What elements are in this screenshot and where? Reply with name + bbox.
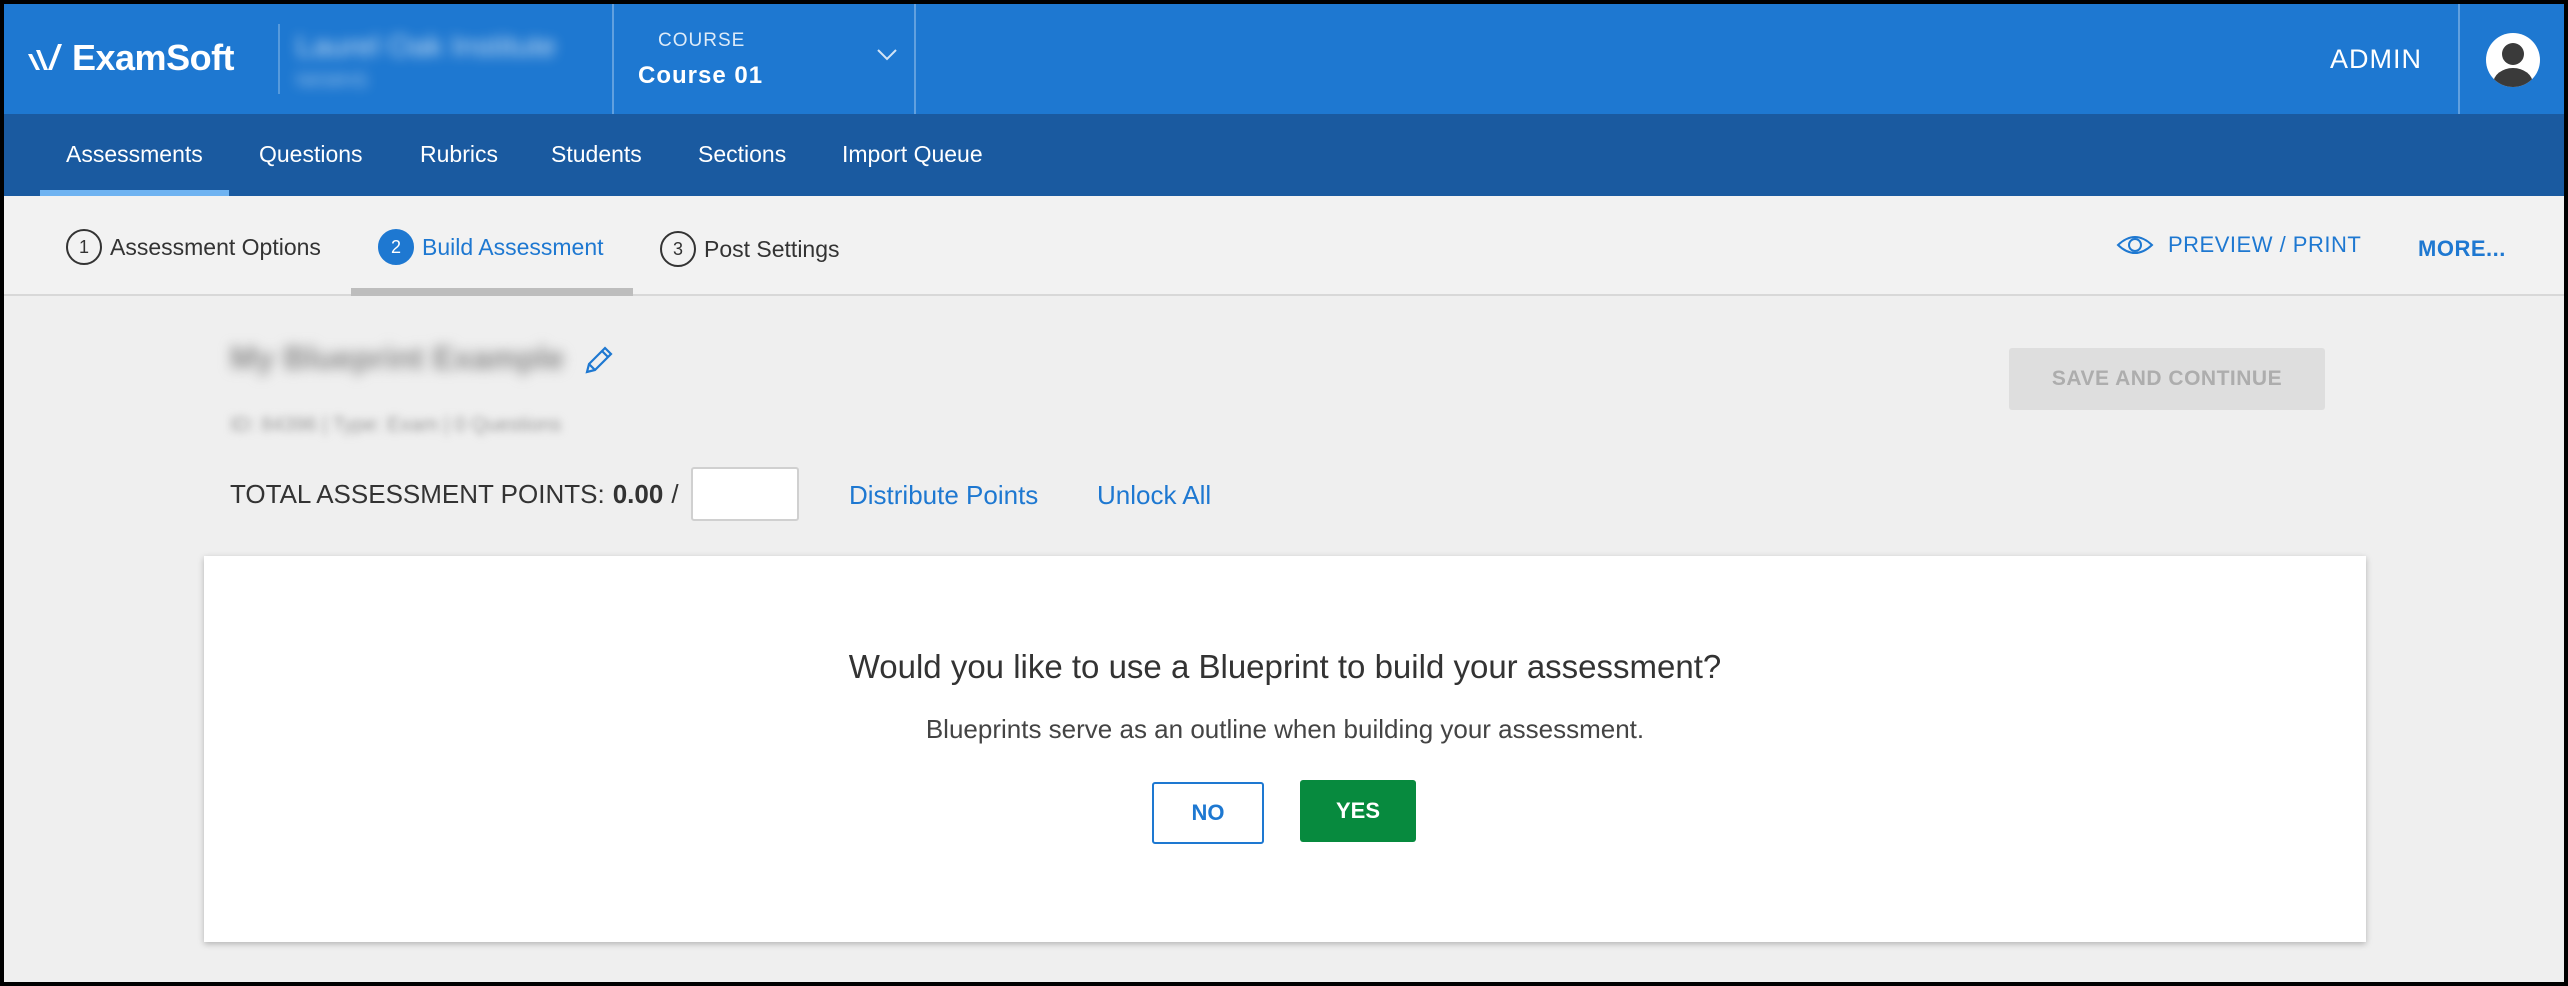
course-selector[interactable]: COURSE Course 01 [612,4,916,114]
preview-print-label: PREVIEW / PRINT [2168,232,2362,257]
no-button[interactable]: NO [1152,782,1264,844]
total-points-input[interactable] [690,467,799,521]
step-number: 1 [66,229,102,265]
step-label: Assessment Options [110,233,321,260]
step-number: 2 [378,229,414,265]
app-window: ExamSoft Laurel Oak Institute NKMHS COUR… [4,4,2564,982]
course-name: Course 01 [638,62,764,89]
step-number: 3 [660,231,696,267]
assessment-subtitle: ID: 84396 | Type: Exam | 0 Questions [230,414,562,436]
header-divider [2458,4,2460,114]
unlock-all-link[interactable]: Unlock All [1097,480,1211,511]
tab-rubrics[interactable]: Rubrics [420,114,498,196]
step-bar: 1 Assessment Options 2 Build Assessment … [4,196,2564,296]
main-nav: Assessments Questions Rubrics Students S… [4,114,2564,196]
tab-questions[interactable]: Questions [259,114,363,196]
eye-icon [2116,236,2154,254]
chevron-down-icon [877,49,897,61]
active-step-indicator [351,288,633,296]
header-divider [278,24,280,94]
save-and-continue-button[interactable]: SAVE AND CONTINUE [2009,348,2325,410]
step-label: Build Assessment [422,233,604,260]
institution-block[interactable]: Laurel Oak Institute NKMHS [296,30,556,93]
top-header: ExamSoft Laurel Oak Institute NKMHS COUR… [4,4,2564,114]
institution-name: Laurel Oak Institute [296,30,557,63]
admin-menu[interactable]: ADMIN [2330,44,2422,75]
step-label: Post Settings [704,235,840,262]
pencil-icon[interactable] [581,344,615,378]
tab-assessments[interactable]: Assessments [40,114,229,196]
step-build-assessment[interactable]: 2 Build Assessment [378,228,604,266]
tab-import-queue[interactable]: Import Queue [842,114,983,196]
examsoft-logo[interactable]: ExamSoft [26,34,235,82]
avatar-icon[interactable] [2485,32,2541,88]
preview-print-button[interactable]: PREVIEW / PRINT [2116,232,2361,258]
course-label: COURSE [658,30,746,51]
total-points-label: TOTAL ASSESSMENT POINTS: [230,478,605,509]
tab-sections[interactable]: Sections [698,114,786,196]
logo-text: ExamSoft [72,37,235,78]
blueprint-description: Blueprints serve as an outline when buil… [925,714,1645,744]
step-assessment-options[interactable]: 1 Assessment Options [66,228,321,266]
distribute-points-link[interactable]: Distribute Points [849,480,1038,511]
total-points-row: TOTAL ASSESSMENT POINTS: 0.00 / [230,466,799,522]
step-post-settings[interactable]: 3 Post Settings [660,230,840,268]
yes-button[interactable]: YES [1300,780,1416,842]
examsoft-logo-icon [28,44,62,70]
points-separator: / [671,478,679,509]
total-points-value: 0.00 [612,478,664,509]
blueprint-prompt-card: Would you like to use a Blueprint to bui… [204,556,2366,942]
blueprint-question: Would you like to use a Blueprint to bui… [848,648,1722,685]
institution-sub: NKMHS [296,70,369,92]
tab-students[interactable]: Students [551,114,642,196]
more-button[interactable]: MORE... [2418,236,2506,262]
assessment-title: My Blueprint Example [230,340,565,376]
